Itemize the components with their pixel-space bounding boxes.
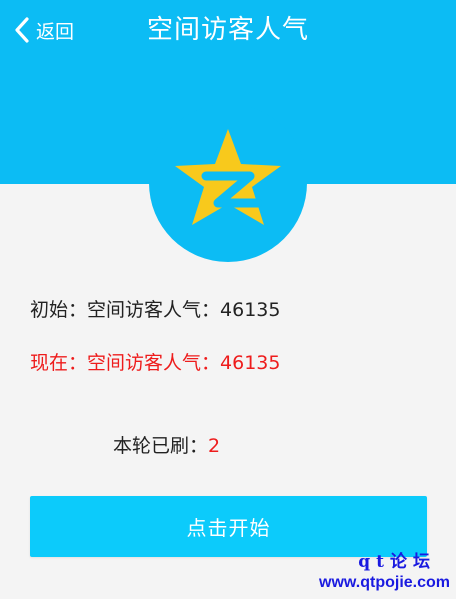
current-popularity: 现在：空间访客人气：46135 [30,349,280,377]
logo-badge [149,104,307,262]
round-label: 本轮已刷： [113,435,209,457]
current-value: 46135 [220,352,281,374]
page-title: 空间访客人气 [146,15,309,45]
initial-popularity: 初始：空间访客人气：46135 [30,296,280,324]
current-label: 现在：空间访客人气： [30,352,221,374]
initial-label: 初始：空间访客人气： [30,299,221,321]
watermark-title: qt论坛 [358,552,436,572]
initial-value: 46135 [220,299,281,321]
watermark-url: www.qtpojie.com [319,574,450,591]
qzone-star-icon [175,129,281,225]
round-count: 本轮已刷：2 [113,432,220,460]
round-value: 2 [208,435,221,457]
